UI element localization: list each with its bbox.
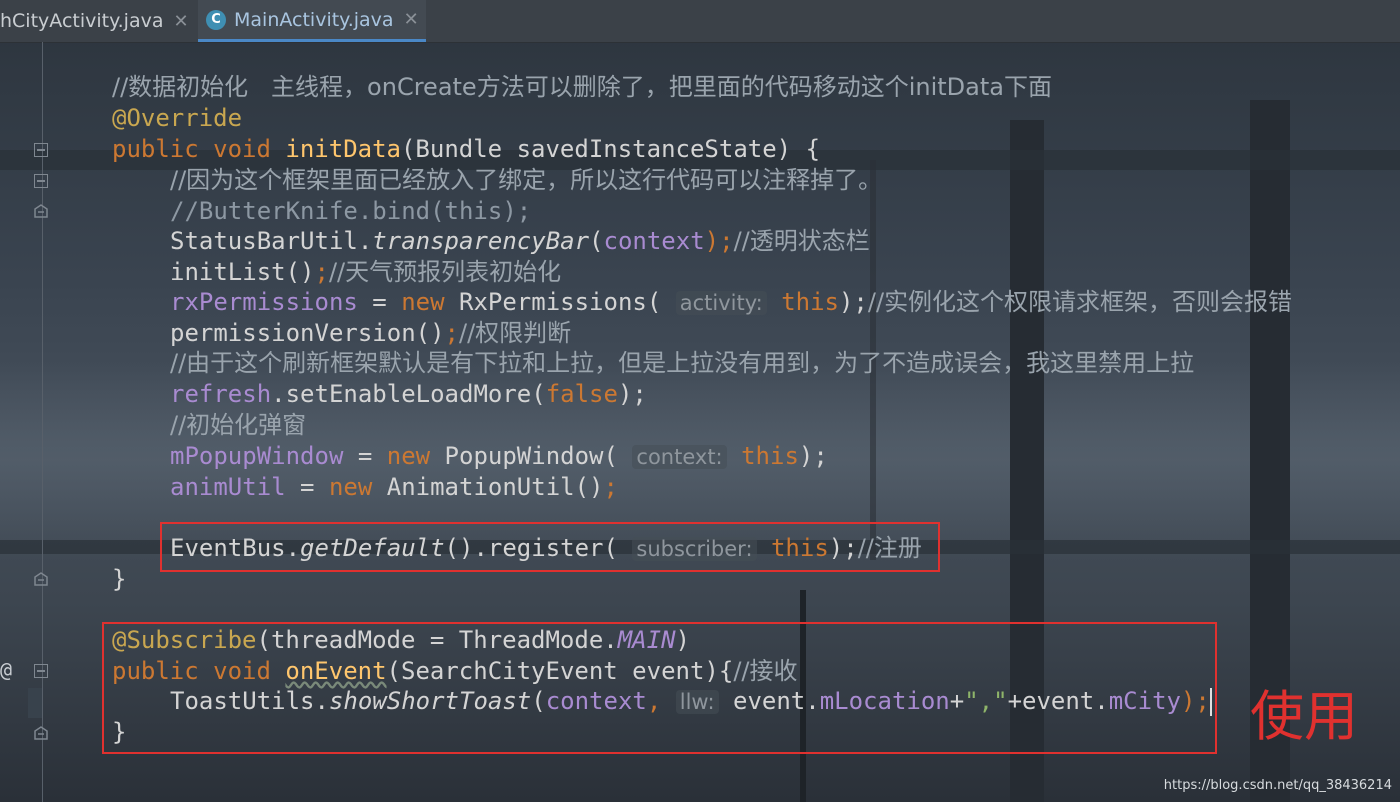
parameter-hint: activity: (675, 291, 767, 315)
code-line: //ButterKnife.bind(this); (170, 197, 532, 225)
code-line: public void initData(Bundle savedInstanc… (112, 135, 821, 163)
code-line: //由于这个刷新框架默认是有下拉和上拉，但是上拉没有用到，为了不造成误会，我这里… (170, 349, 1195, 377)
code-line: animUtil = new AnimationUtil(); (170, 473, 618, 501)
code-line: } (112, 565, 127, 593)
annotation-label: 使用 (1250, 685, 1358, 748)
code-line: mPopupWindow = new PopupWindow( context:… (170, 442, 828, 470)
code-line: //数据初始化 主线程，onCreate方法可以删除了，把里面的代码移动这个in… (112, 73, 1052, 101)
code-line: StatusBarUtil.transparencyBar(context);/… (170, 227, 870, 255)
highlight-box-subscribe (102, 622, 1217, 754)
highlight-box-register (160, 522, 940, 572)
parameter-hint: context: (632, 445, 727, 469)
code-line: //因为这个框架里面已经放入了绑定，所以这行代码可以注释掉了。 (170, 166, 883, 194)
code-line: rxPermissions = new RxPermissions( activ… (170, 288, 1293, 316)
code-line: @Override (112, 104, 243, 132)
code-line: refresh.setEnableLoadMore(false); (170, 380, 647, 408)
code-line: permissionVersion();//权限判断 (170, 319, 572, 347)
code-line: //初始化弹窗 (170, 411, 307, 439)
watermark: https://blog.csdn.net/qq_38436214 (1163, 778, 1392, 793)
code-line: initList();//天气预报列表初始化 (170, 258, 562, 286)
